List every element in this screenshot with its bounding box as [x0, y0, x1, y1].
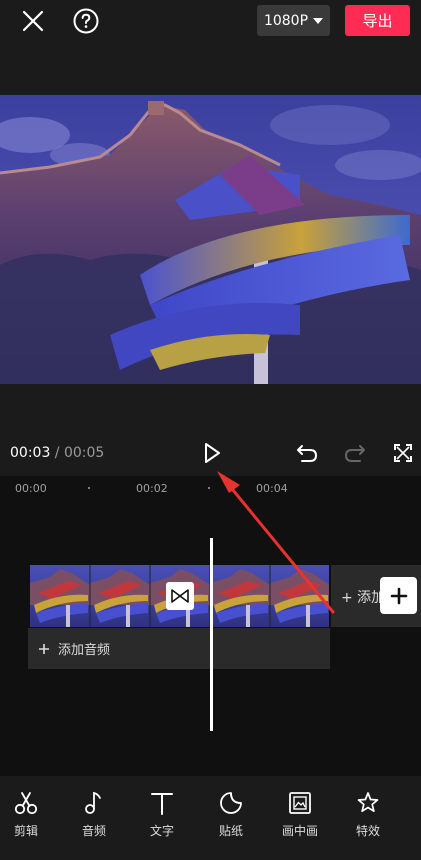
top-bar: 1080P 导出: [0, 0, 421, 44]
text-icon: [151, 793, 173, 815]
play-icon[interactable]: [200, 441, 224, 465]
effects-star-icon: [357, 792, 379, 813]
add-clip-label: + 添加: [341, 590, 386, 606]
tool-text[interactable]: 文字: [132, 790, 192, 839]
sticker-icon: [220, 792, 242, 814]
redo-icon[interactable]: [343, 441, 367, 465]
help-icon[interactable]: [72, 7, 100, 35]
time-separator: /: [50, 445, 64, 461]
current-time: 00:03: [10, 445, 51, 461]
tool-label: 贴纸: [218, 824, 243, 838]
close-icon[interactable]: [18, 8, 48, 34]
add-audio-label: 添加音频: [58, 643, 111, 658]
ruler-tick: [208, 487, 210, 489]
music-note-icon: [85, 791, 101, 814]
fullscreen-icon[interactable]: [391, 441, 415, 465]
ruler-label: 00:00: [15, 482, 47, 495]
tool-pip[interactable]: 画中画: [270, 790, 330, 839]
total-time: 00:05: [63, 445, 105, 461]
tool-label: 音频: [81, 824, 106, 838]
tool-cut[interactable]: 剪辑: [0, 790, 56, 839]
plus-icon: [39, 643, 49, 654]
tool-label: 画中画: [281, 824, 318, 838]
tool-label: 剪辑: [13, 824, 38, 838]
caret-down-icon: [313, 17, 324, 24]
timeline[interactable]: 00:00 00:02 00:04 + 添加 添加音频: [0, 476, 421, 776]
tool-label: 特效: [355, 824, 380, 838]
add-clip-button[interactable]: [380, 577, 417, 614]
tool-label: 文字: [149, 824, 174, 838]
timecode: 00:03 / 00:05: [10, 445, 104, 461]
plus-icon: [390, 587, 407, 604]
export-button[interactable]: 导出: [345, 5, 410, 36]
resolution-dropdown[interactable]: 1080P: [257, 5, 330, 36]
scissors-icon: [14, 792, 38, 815]
playhead[interactable]: [210, 538, 213, 731]
ruler-label: 00:02: [136, 482, 168, 495]
video-preview[interactable]: [0, 95, 421, 384]
ruler-tick: [88, 487, 90, 489]
resolution-label: 1080P: [263, 12, 309, 29]
tool-audio[interactable]: 音频: [64, 790, 124, 839]
undo-icon[interactable]: [295, 441, 319, 465]
add-audio-button[interactable]: 添加音频: [28, 628, 330, 669]
tool-sticker[interactable]: 贴纸: [201, 790, 261, 839]
transition-icon: [171, 589, 189, 603]
playback-controls: 00:03 / 00:05: [0, 436, 421, 472]
bottom-toolbar: 剪辑 音频 文字 贴纸 画中画 特效: [0, 790, 421, 860]
ruler-label: 00:04: [256, 482, 288, 495]
preview-frame-image: [0, 95, 421, 384]
tool-effects[interactable]: 特效: [338, 790, 398, 839]
picture-in-picture-icon: [289, 792, 311, 814]
transition-button[interactable]: [166, 582, 194, 610]
